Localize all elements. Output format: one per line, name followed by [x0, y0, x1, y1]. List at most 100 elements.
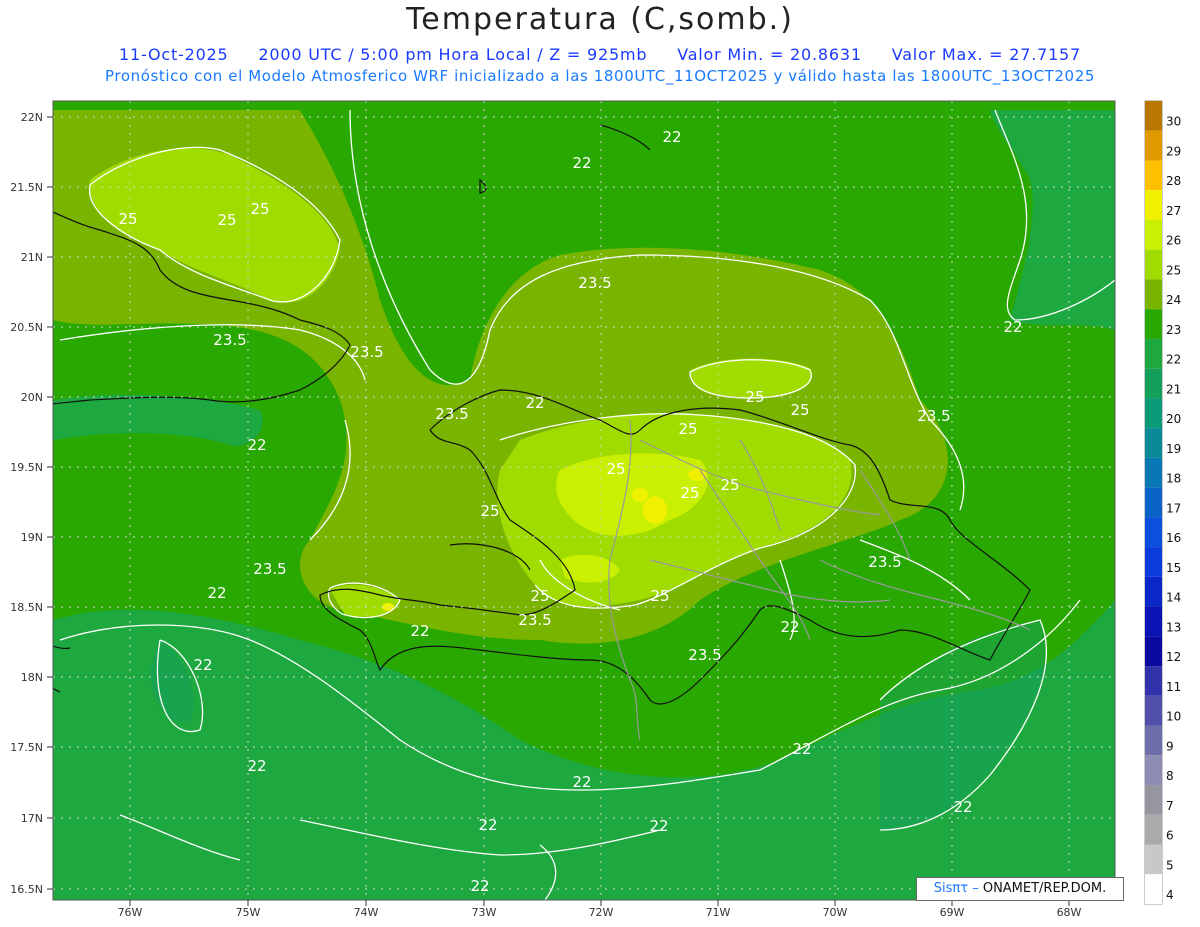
- contour-label: 22: [247, 436, 266, 454]
- colorbar-swatch: [1145, 309, 1162, 339]
- colorbar-swatch: [1145, 785, 1162, 815]
- colorbar-label: 4: [1166, 888, 1174, 902]
- contour-label: 22: [410, 622, 429, 640]
- colorbar-label: 26: [1166, 234, 1181, 248]
- temperature-map: 25 25 25 23.5 23.5 23.5 22 22 22 22 22 22 22 22 22 22 22…: [10, 100, 1181, 919]
- contour-label: 23.5: [688, 646, 721, 664]
- colorbar-label: 20: [1166, 412, 1181, 426]
- lat-label: 18N: [21, 671, 43, 684]
- colorbar-swatch: [1145, 249, 1162, 280]
- colorbar-label: 14: [1166, 591, 1181, 605]
- contour-label: 22: [207, 584, 226, 602]
- contour-label: 23.5: [350, 343, 383, 361]
- contour-label: 22: [572, 773, 591, 791]
- colorbar-label: 30: [1166, 115, 1181, 129]
- colorbar-swatch: [1145, 874, 1162, 904]
- colorbar-swatch: [1145, 160, 1162, 191]
- lat-label: 17N: [21, 812, 43, 825]
- contour-label: 22: [780, 618, 799, 636]
- contour-label: 22: [953, 798, 972, 816]
- colorbar-label: 25: [1166, 263, 1181, 277]
- colorbar: 30 29 28 27 26 25 24 23 22 21 20 19 18 17 16 15 14 13 12 11…: [1144, 100, 1181, 905]
- lat-label: 20.5N: [10, 321, 43, 334]
- colorbar-swatch: [1145, 844, 1162, 875]
- lat-label: 21.5N: [10, 181, 43, 194]
- contour-label: 22: [193, 656, 212, 674]
- contour-label: 25: [680, 484, 699, 502]
- colorbar-label: 16: [1166, 531, 1181, 545]
- contour-label: 22: [792, 740, 811, 758]
- contour-label: 23.5: [518, 611, 551, 629]
- lat-label: 16.5N: [10, 883, 43, 896]
- colorbar-label: 18: [1166, 472, 1181, 486]
- colorbar-label: 24: [1166, 293, 1181, 307]
- map-plot-area: 25 25 25 23.5 23.5 23.5 22 22 22 22 22 22 22 22 22 22 22…: [53, 101, 1115, 900]
- colorbar-label: 27: [1166, 204, 1181, 218]
- colorbar-label: 19: [1166, 442, 1181, 456]
- contour-label: 25: [678, 420, 697, 438]
- colorbar-swatch: [1145, 606, 1162, 637]
- contour-label: 23.5: [435, 405, 468, 423]
- contour-label: 25: [530, 587, 549, 605]
- colorbar-swatch: [1145, 398, 1162, 429]
- contour-label: 25: [790, 401, 809, 419]
- colorbar-label: 13: [1166, 620, 1181, 634]
- contour-label: 23.5: [578, 274, 611, 292]
- contour-label: 25: [480, 502, 499, 520]
- credit-box: Sisπτ – ONAMET/REP.DOM.: [916, 877, 1124, 901]
- colorbar-swatch: [1145, 487, 1162, 518]
- lon-label: 71W: [706, 906, 731, 919]
- contour-label: 22: [572, 154, 591, 172]
- colorbar-swatch: [1145, 130, 1162, 161]
- colorbar-label: 8: [1166, 769, 1174, 783]
- colorbar-swatch: [1145, 101, 1162, 131]
- colorbar-swatch: [1145, 636, 1162, 667]
- colorbar-label: 9: [1166, 739, 1174, 753]
- lat-label: 18.5N: [10, 601, 43, 614]
- colorbar-swatch: [1145, 190, 1162, 220]
- colorbar-label: 29: [1166, 144, 1181, 158]
- contour-label: 25: [650, 587, 669, 605]
- colorbar-swatch: [1145, 576, 1162, 607]
- lat-label: 20N: [21, 391, 43, 404]
- colorbar-label: 12: [1166, 650, 1181, 664]
- colorbar-swatch: [1145, 725, 1162, 756]
- latitude-labels: 22N 21.5N 21N 20.5N 20N 19.5N 19N 18.5N 18N 17.5N…: [10, 111, 53, 896]
- colorbar-label: 6: [1166, 829, 1174, 843]
- lon-label: 74W: [354, 906, 379, 919]
- colorbar-swatch: [1145, 755, 1162, 786]
- colorbar-swatch: [1145, 338, 1162, 369]
- colorbar-label: 17: [1166, 501, 1181, 515]
- colorbar-swatch: [1145, 695, 1162, 726]
- credit-org: ONAMET/REP.DOM.: [978, 881, 1107, 896]
- lat-label: 22N: [21, 111, 43, 124]
- contour-label: 22: [247, 757, 266, 775]
- contour-label: 22: [662, 128, 681, 146]
- colorbar-swatch: [1145, 428, 1162, 458]
- colorbar-swatch: [1145, 457, 1162, 488]
- lon-label: 75W: [236, 906, 261, 919]
- contour-label: 22: [478, 816, 497, 834]
- colorbar-swatch: [1145, 517, 1162, 548]
- lat-label: 19N: [21, 531, 43, 544]
- lon-label: 69W: [940, 906, 965, 919]
- lon-label: 76W: [118, 906, 143, 919]
- contour-label: 23.5: [868, 553, 901, 571]
- contour-label: 25: [745, 388, 764, 406]
- colorbar-swatch: [1145, 547, 1162, 577]
- colorbar-label: 15: [1166, 561, 1181, 575]
- colorbar-swatch: [1145, 279, 1162, 310]
- contour-label: 25: [118, 210, 137, 228]
- colorbar-swatch: [1145, 368, 1162, 399]
- lat-label: 17.5N: [10, 741, 43, 754]
- colorbar-label: 21: [1166, 382, 1181, 396]
- contour-label: 23.5: [917, 407, 950, 425]
- credit-brand: Sisπτ –: [933, 881, 979, 896]
- lat-label: 19.5N: [10, 461, 43, 474]
- colorbar-label: 28: [1166, 174, 1181, 188]
- longitude-labels: 76W 75W 74W 73W 72W 71W 70W 69W 68W: [118, 900, 1082, 919]
- contour-label: 22: [470, 877, 489, 895]
- colorbar-label: 11: [1166, 680, 1181, 694]
- contour-label: 23.5: [253, 560, 286, 578]
- contour-label: 25: [217, 211, 236, 229]
